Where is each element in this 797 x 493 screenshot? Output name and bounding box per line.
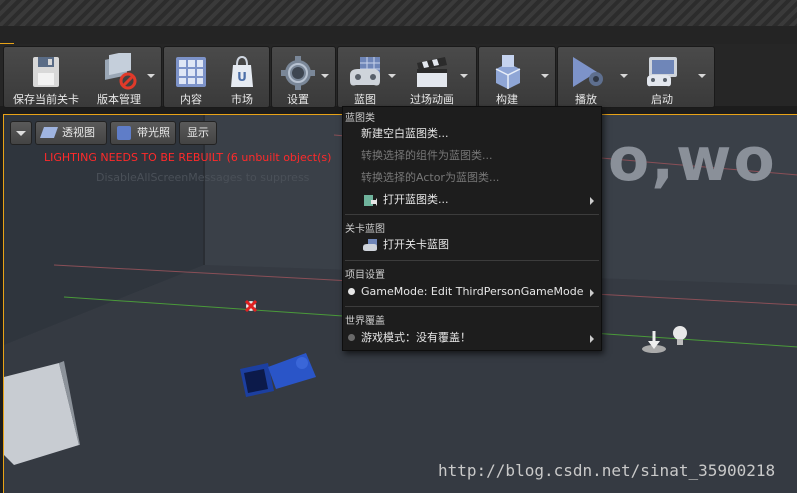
blueprints-dropdown-arrow[interactable] bbox=[387, 71, 397, 81]
cinematics-label: 过场动画 bbox=[410, 93, 454, 106]
play-label: 播放 bbox=[575, 93, 597, 106]
menu-item-open-level-blueprint[interactable]: 打开关卡蓝图 bbox=[343, 234, 599, 256]
submenu-arrow bbox=[590, 289, 594, 297]
perspective-button[interactable]: 透视图 bbox=[35, 121, 107, 145]
world-text-actor: o,wo bbox=[608, 125, 777, 195]
menu-section-project-settings: 项目设置 bbox=[345, 270, 385, 281]
show-button[interactable]: 显示 bbox=[179, 121, 217, 145]
main-toolbar: 保存当前关卡 版本管理 内容 U 市场 设置 蓝图 过场动画 构建 播放 启动 bbox=[0, 44, 797, 108]
source-control-icon bbox=[105, 53, 137, 90]
play-button[interactable]: 播放 bbox=[560, 47, 612, 107]
build-button[interactable]: 构建 bbox=[481, 47, 533, 107]
toolbar-group-content: 内容 U 市场 bbox=[163, 46, 270, 108]
viewport-options-dropdown[interactable] bbox=[10, 121, 32, 145]
lit-mode-button[interactable]: 带光照 bbox=[110, 121, 176, 145]
launch-button[interactable]: 启动 bbox=[636, 47, 688, 107]
save-label: 保存当前关卡 bbox=[13, 93, 79, 106]
save-button[interactable]: 保存当前关卡 bbox=[6, 47, 86, 107]
menu-item-convert-actor: 转换选择的Actor为蓝图类... bbox=[361, 171, 500, 184]
marketplace-label: 市场 bbox=[231, 93, 253, 106]
gamemode-dot-icon bbox=[348, 288, 355, 295]
launch-dropdown-arrow[interactable] bbox=[697, 71, 707, 81]
camera-actor-icon[interactable] bbox=[236, 349, 320, 405]
settings-label: 设置 bbox=[287, 93, 309, 106]
perspective-cube-icon bbox=[39, 127, 59, 138]
gear-icon bbox=[281, 56, 315, 90]
menu-item-convert-components: 转换选择的组件为蓝图类... bbox=[361, 149, 493, 162]
show-label: 显示 bbox=[187, 126, 209, 139]
blueprints-dropdown-menu: 蓝图类 新建空白蓝图类... 转换选择的组件为蓝图类... 转换选择的Actor… bbox=[342, 106, 602, 351]
watermark-text: http://blog.csdn.net/sinat_35900218 bbox=[438, 461, 776, 480]
play-icon bbox=[573, 57, 603, 87]
open-blueprint-icon bbox=[364, 195, 377, 206]
blueprint-gamepad-icon bbox=[350, 57, 380, 86]
override-dot-icon bbox=[348, 334, 355, 341]
submenu-arrow bbox=[590, 335, 594, 343]
settings-dropdown-arrow[interactable] bbox=[320, 71, 330, 81]
sky-light-icon[interactable] bbox=[640, 323, 690, 355]
launch-label: 启动 bbox=[651, 93, 673, 106]
toolbar-group-file: 保存当前关卡 版本管理 bbox=[3, 46, 162, 108]
perspective-label: 透视图 bbox=[62, 126, 95, 139]
menu-section-blueprint-classes: 蓝图类 bbox=[345, 113, 375, 124]
source-control-label: 版本管理 bbox=[97, 93, 141, 106]
suppress-hint: DisableAllScreenMessages to suppress bbox=[96, 171, 310, 184]
blueprints-button[interactable]: 蓝图 bbox=[340, 47, 390, 107]
menu-item-gamemode[interactable]: GameMode: Edit ThirdPersonGameMode bbox=[343, 281, 599, 303]
launch-monitor-gamepad-icon bbox=[647, 57, 677, 87]
menu-item-game-mode-override[interactable]: 游戏模式：没有覆盖！ bbox=[343, 327, 599, 349]
menu-item-new-blueprint[interactable]: 新建空白蓝图类... bbox=[343, 123, 599, 145]
toolbar-group-settings: 设置 bbox=[271, 46, 336, 108]
lit-mode-label: 带光照 bbox=[137, 126, 170, 139]
menu-item-open-blueprint[interactable]: 打开蓝图类... bbox=[343, 189, 599, 211]
blueprints-label: 蓝图 bbox=[354, 93, 376, 106]
svg-text:U: U bbox=[237, 70, 247, 84]
source-control-button[interactable]: 版本管理 bbox=[88, 47, 150, 107]
build-dropdown-arrow[interactable] bbox=[540, 71, 550, 81]
menu-separator bbox=[345, 260, 599, 261]
menu-section-level-blueprint: 关卡蓝图 bbox=[345, 224, 385, 235]
lighting-warning: LIGHTING NEEDS TO BE REBUILT (6 unbuilt … bbox=[44, 151, 332, 164]
cinematics-dropdown-arrow[interactable] bbox=[459, 71, 469, 81]
submenu-arrow bbox=[590, 197, 594, 205]
save-icon bbox=[33, 57, 59, 87]
title-bar bbox=[0, 0, 797, 26]
tab-strip bbox=[0, 26, 797, 45]
content-label: 内容 bbox=[180, 93, 202, 106]
marketplace-bag-icon: U bbox=[231, 55, 253, 87]
clapperboard-icon bbox=[417, 57, 447, 87]
content-grid-icon bbox=[176, 57, 206, 87]
menu-section-world-override: 世界覆盖 bbox=[345, 316, 385, 327]
menu-separator bbox=[345, 306, 599, 307]
build-label: 构建 bbox=[496, 93, 518, 106]
toolbar-group-build: 构建 bbox=[478, 46, 556, 108]
toolbar-group-blueprints: 蓝图 过场动画 bbox=[337, 46, 477, 108]
lit-sphere-icon bbox=[117, 126, 131, 140]
play-dropdown-arrow[interactable] bbox=[619, 71, 629, 81]
source-control-dropdown-arrow[interactable] bbox=[146, 71, 156, 81]
toolbar-group-play: 播放 启动 bbox=[557, 46, 715, 108]
menu-separator bbox=[345, 214, 599, 215]
build-cubes-icon bbox=[495, 55, 521, 89]
settings-button[interactable]: 设置 bbox=[274, 47, 322, 107]
cinematics-button[interactable]: 过场动画 bbox=[400, 47, 464, 107]
level-blueprint-icon bbox=[363, 239, 377, 251]
player-start-icon[interactable] bbox=[244, 299, 258, 313]
marketplace-button[interactable]: U 市场 bbox=[218, 47, 266, 107]
content-button[interactable]: 内容 bbox=[166, 47, 216, 107]
